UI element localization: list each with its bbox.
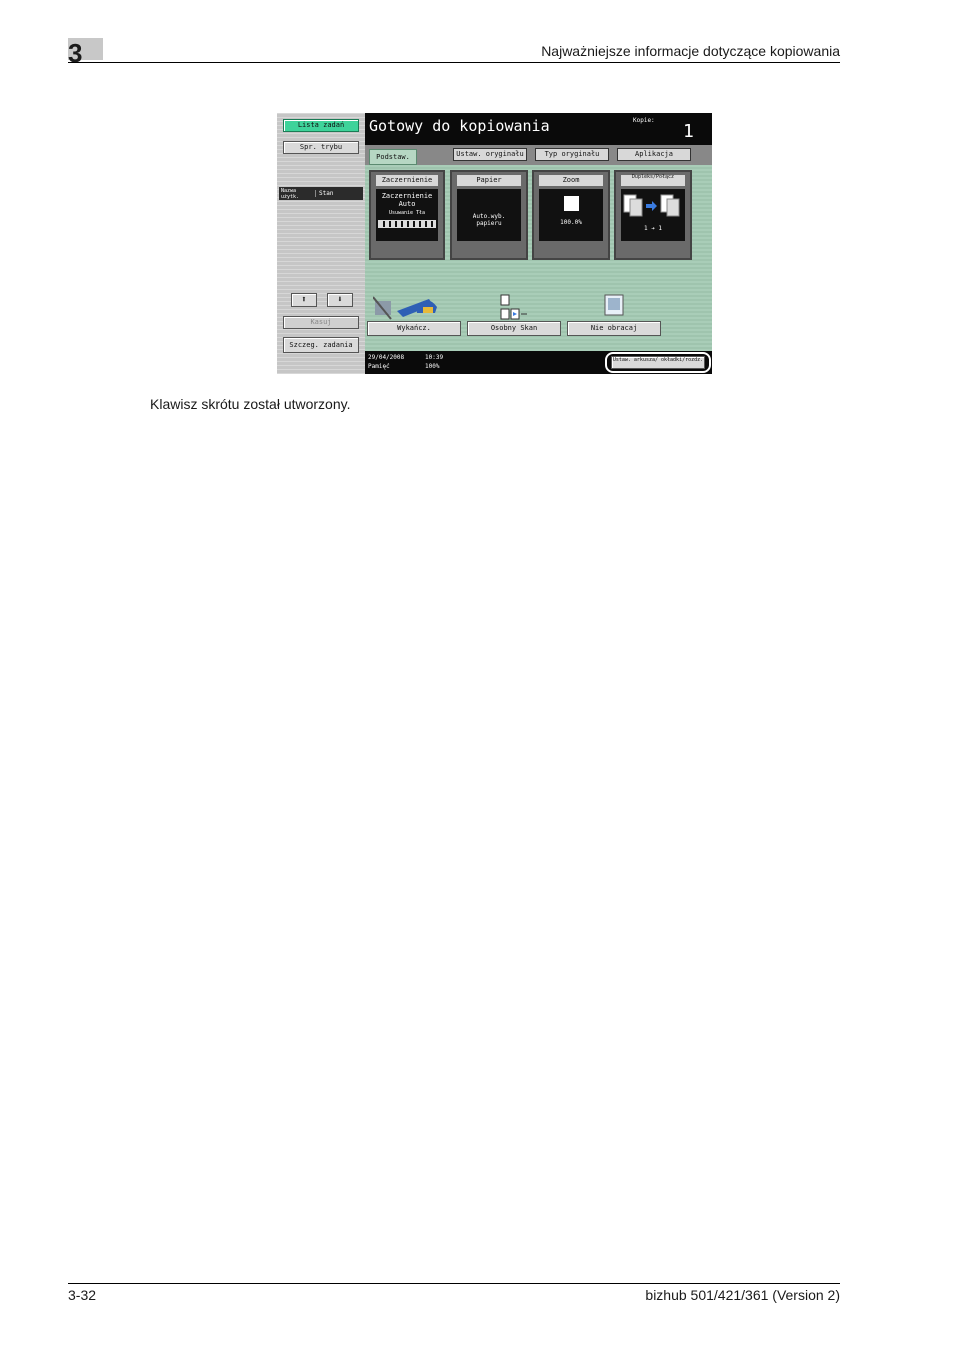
sheet-cover-chapter-shortcut-button[interactable]: Ustaw. arkusza/ okładki/rozdz. [611,356,705,369]
zoom-label: Zoom [539,175,603,186]
left-panel: Lista zadań Spr. trybu Nazwa użytk. Stan… [277,113,365,374]
separate-scan-icon [500,294,527,320]
screen-title: Gotowy do kopiowania [369,117,550,135]
job-details-button[interactable]: Szczeg. zadania [283,337,359,353]
paper-tile[interactable]: Papier Auto.wyb. papieru [450,170,528,260]
col-status: Stan [315,190,333,197]
title-bar: Gotowy do kopiowania Kopie: 1 [365,113,712,145]
zoom-body: 100.0% [539,189,603,241]
caption-text: Klawisz skrótu został utworzony. [150,396,351,412]
duplex-icon [623,194,680,217]
staple-icon [373,296,437,320]
density-level-scale [378,220,436,228]
page-number: 3-32 [68,1287,97,1303]
paper-value: Auto.wyb. papieru [472,213,506,227]
check-mode-button[interactable]: Spr. trybu [283,141,359,154]
no-rotate-button[interactable]: Nie obracaj [567,321,661,336]
zoom-value: 100.0% [560,219,582,226]
status-bar: 29/04/2008 10:39 Pamięć 100% Ustaw. arku… [365,351,712,374]
copies-label: Kopie: [633,117,655,124]
scroll-up-button[interactable]: ⬆ [291,293,317,307]
tab-original-type[interactable]: Typ oryginału [535,148,609,161]
tab-original-settings[interactable]: Ustaw. oryginału [453,148,527,161]
zoom-tile[interactable]: Zoom 100.0% [532,170,610,260]
page-icon [563,196,579,211]
tab-bar: Podstaw. Ustaw. oryginału Typ oryginału … [365,145,712,165]
main-area: Zaczernienie Zaczernienie Auto Usuwanie … [365,165,712,351]
background-removal-label: Usuwanie Tła [388,210,426,216]
running-header: Najważniejsze informacje dotyczące kopio… [541,43,840,59]
finishing-button[interactable]: Wykańcz. [367,321,461,336]
duplex-label: Dupleks/Połącz [621,175,685,186]
copier-control-panel-screen: Lista zadań Spr. trybu Nazwa użytk. Stan… [277,113,712,374]
duplex-body: 1 ➔ 1 [621,189,685,241]
memory-label: Pamięć [368,363,390,370]
density-value: Zaczernienie Auto [381,192,433,208]
memory-value: 100% [425,363,440,370]
chapter-number: 3 [68,38,83,68]
status-date: 29/04/2008 [368,354,405,361]
job-list-header: Nazwa użytk. Stan [279,187,363,200]
duplex-tile[interactable]: Dupleks/Połącz 1 ➔ 1 [614,170,692,260]
job-list-button[interactable]: Lista zadań [283,119,359,132]
separate-scan-button[interactable]: Osobny Skan [467,321,561,336]
col-user-name: Nazwa użytk. [281,188,300,200]
product-name: bizhub 501/421/361 (Version 2) [645,1287,840,1303]
scroll-down-button[interactable]: ⬇ [327,293,353,307]
arrow-down-icon: ⬇ [337,295,343,305]
copies-value: 1 [683,121,694,142]
density-label: Zaczernienie [376,175,438,186]
density-tile[interactable]: Zaczernienie Zaczernienie Auto Usuwanie … [369,170,445,260]
duplex-value: 1 ➔ 1 [643,225,663,232]
paper-body: Auto.wyb. papieru [457,189,521,241]
status-time: 10:39 [425,354,444,361]
density-body: Zaczernienie Auto Usuwanie Tła [376,189,438,241]
header-rule [68,62,840,63]
paper-label: Papier [457,175,521,186]
arrow-up-icon: ⬆ [301,295,307,305]
tab-applications[interactable]: Aplikacja [617,148,691,161]
no-rotate-icon [604,294,624,316]
delete-job-button[interactable]: Kasuj [283,316,359,329]
footer-rule [68,1283,840,1284]
tab-basic[interactable]: Podstaw. [369,149,417,165]
